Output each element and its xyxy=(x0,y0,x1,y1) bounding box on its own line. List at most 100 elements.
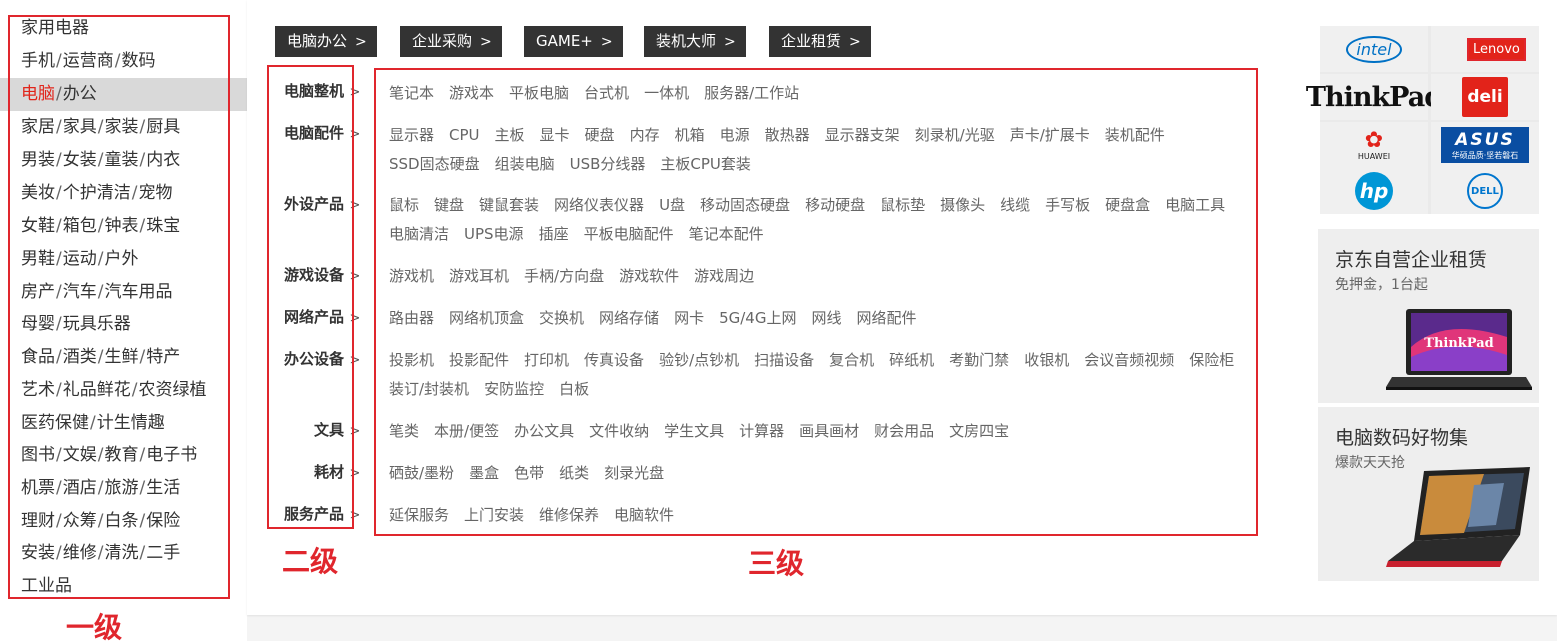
level3-link[interactable]: 键鼠套装 xyxy=(479,191,539,220)
level3-link[interactable]: 电脑清洁 xyxy=(389,220,449,249)
level2-category[interactable]: 外设产品 > xyxy=(247,193,362,217)
level1-link[interactable]: 清洗 xyxy=(104,543,138,563)
level3-link[interactable]: 台式机 xyxy=(584,79,629,108)
level3-link[interactable]: 游戏耳机 xyxy=(449,262,509,291)
brand-intel[interactable]: intel xyxy=(1320,26,1428,72)
level1-link[interactable]: 白条 xyxy=(104,511,138,531)
level3-link[interactable]: 服务器/工作站 xyxy=(704,79,799,108)
level3-link[interactable]: 电源 xyxy=(720,121,750,150)
level2-category[interactable]: 服务产品 > xyxy=(247,503,362,527)
level3-link[interactable]: 手写板 xyxy=(1045,191,1090,220)
level3-link[interactable]: 收银机 xyxy=(1024,346,1069,375)
level1-link[interactable]: 个护清洁 xyxy=(63,183,131,203)
level2-category[interactable]: 游戏设备 > xyxy=(247,264,362,288)
level3-link[interactable]: 传真设备 xyxy=(584,346,644,375)
level3-link[interactable]: 网络仪表仪器 xyxy=(554,191,644,220)
level3-link[interactable]: 本册/便签 xyxy=(434,417,499,446)
level3-link[interactable]: 5G/4G上网 xyxy=(719,304,796,333)
level1-link[interactable]: 众筹 xyxy=(63,511,97,531)
level3-link[interactable]: 机箱 xyxy=(675,121,705,150)
level3-link[interactable]: 刻录光盘 xyxy=(604,459,664,488)
level3-link[interactable]: 声卡/扩展卡 xyxy=(1010,121,1090,150)
level3-link[interactable]: CPU xyxy=(449,121,480,150)
level1-link[interactable]: 家装 xyxy=(104,117,138,137)
level3-link[interactable]: 内存 xyxy=(630,121,660,150)
level1-link[interactable]: 汽车用品 xyxy=(104,282,172,302)
level3-link[interactable]: 插座 xyxy=(539,220,569,249)
brand-huawei[interactable]: ✿ HUAWEI xyxy=(1320,122,1428,168)
level3-link[interactable]: 硬盘 xyxy=(585,121,615,150)
level3-link[interactable]: 色带 xyxy=(514,459,544,488)
level1-link[interactable]: 母婴 xyxy=(21,314,55,334)
level1-link[interactable]: 珠宝 xyxy=(146,216,180,236)
level1-link[interactable]: 女鞋 xyxy=(21,216,55,236)
brand-hp[interactable]: hp xyxy=(1320,168,1428,214)
level1-link[interactable]: 计生情趣 xyxy=(97,413,165,433)
level1-link[interactable]: 家居 xyxy=(21,117,55,137)
level3-link[interactable]: 文房四宝 xyxy=(949,417,1009,446)
level3-link[interactable]: 电脑软件 xyxy=(614,501,674,530)
level3-link[interactable]: 笔记本配件 xyxy=(689,220,764,249)
level3-link[interactable]: 安防监控 xyxy=(484,375,544,404)
channel-tab-enterprise-purchase[interactable]: 企业采购 > xyxy=(400,26,502,57)
level3-link[interactable]: 考勤门禁 xyxy=(949,346,1009,375)
level3-link[interactable]: 电脑工具 xyxy=(1165,191,1225,220)
level1-link[interactable]: 维修 xyxy=(63,543,97,563)
level3-link[interactable]: 硒鼓/墨粉 xyxy=(389,459,454,488)
channel-tab-build-master[interactable]: 装机大师 > xyxy=(644,26,746,57)
level3-link[interactable]: 网卡 xyxy=(674,304,704,333)
level1-link[interactable]: 礼品鲜花 xyxy=(63,380,131,400)
level3-link[interactable]: 一体机 xyxy=(644,79,689,108)
level3-link[interactable]: 显示器支架 xyxy=(825,121,900,150)
level3-link[interactable]: 网络配件 xyxy=(856,304,916,333)
level1-link[interactable]: 生活 xyxy=(146,478,180,498)
level1-link[interactable]: 特产 xyxy=(146,347,180,367)
level1-link[interactable]: 生鲜 xyxy=(104,347,138,367)
level1-link[interactable]: 电脑 xyxy=(21,84,55,104)
level2-category[interactable]: 电脑配件 > xyxy=(247,122,362,146)
level3-link[interactable]: 网线 xyxy=(811,304,841,333)
level3-link[interactable]: 会议音频视频 xyxy=(1084,346,1174,375)
level3-link[interactable]: 主板CPU套装 xyxy=(660,150,751,179)
level3-link[interactable]: 显示器 xyxy=(389,121,434,150)
level1-link[interactable]: 教育 xyxy=(104,445,138,465)
level1-link[interactable]: 食品 xyxy=(21,347,55,367)
level3-link[interactable]: 画具画材 xyxy=(799,417,859,446)
level1-link[interactable]: 机票 xyxy=(21,478,55,498)
level3-link[interactable]: 交换机 xyxy=(539,304,584,333)
level1-link[interactable]: 厨具 xyxy=(146,117,180,137)
level1-link[interactable]: 工业品 xyxy=(21,576,72,596)
level1-link[interactable]: 运营商 xyxy=(63,51,114,71)
level3-link[interactable]: 摄像头 xyxy=(940,191,985,220)
level3-link[interactable]: 财会用品 xyxy=(874,417,934,446)
brand-deli[interactable]: deli xyxy=(1431,74,1539,120)
level3-link[interactable]: 游戏机 xyxy=(389,262,434,291)
level3-link[interactable]: 硬盘盒 xyxy=(1105,191,1150,220)
level2-category[interactable]: 网络产品 > xyxy=(247,306,362,330)
level1-link[interactable]: 理财 xyxy=(21,511,55,531)
level1-link[interactable]: 艺术 xyxy=(21,380,55,400)
channel-tab-game-plus[interactable]: GAME+ > xyxy=(524,26,623,57)
level1-link[interactable]: 家具 xyxy=(63,117,97,137)
level3-link[interactable]: 笔记本 xyxy=(389,79,434,108)
level1-link[interactable]: 酒类 xyxy=(63,347,97,367)
level1-link[interactable]: 酒店 xyxy=(63,478,97,498)
channel-tab-pc-office[interactable]: 电脑办公 > xyxy=(275,26,377,57)
level3-link[interactable]: 游戏软件 xyxy=(619,262,679,291)
level3-link[interactable]: 组装电脑 xyxy=(495,150,555,179)
level3-link[interactable]: 键盘 xyxy=(434,191,464,220)
level3-link[interactable]: 平板电脑 xyxy=(509,79,569,108)
promo-enterprise-rental[interactable]: 京东自营企业租赁 免押金，1台起 ThinkPad xyxy=(1318,229,1539,403)
level3-link[interactable]: 鼠标 xyxy=(389,191,419,220)
level2-category[interactable]: 办公设备 > xyxy=(247,348,362,372)
brand-dell[interactable]: DELL xyxy=(1431,168,1539,214)
level1-link[interactable]: 手机 xyxy=(21,51,55,71)
level2-category[interactable]: 电脑整机 > xyxy=(247,80,362,104)
level3-link[interactable]: 鼠标垫 xyxy=(880,191,925,220)
level3-link[interactable]: 主板 xyxy=(495,121,525,150)
level1-link[interactable]: 旅游 xyxy=(104,478,138,498)
level3-link[interactable]: 笔类 xyxy=(389,417,419,446)
level2-category[interactable]: 文具 > xyxy=(247,419,362,443)
level3-link[interactable]: 线缆 xyxy=(1000,191,1030,220)
level1-link[interactable]: 农资绿植 xyxy=(138,380,206,400)
